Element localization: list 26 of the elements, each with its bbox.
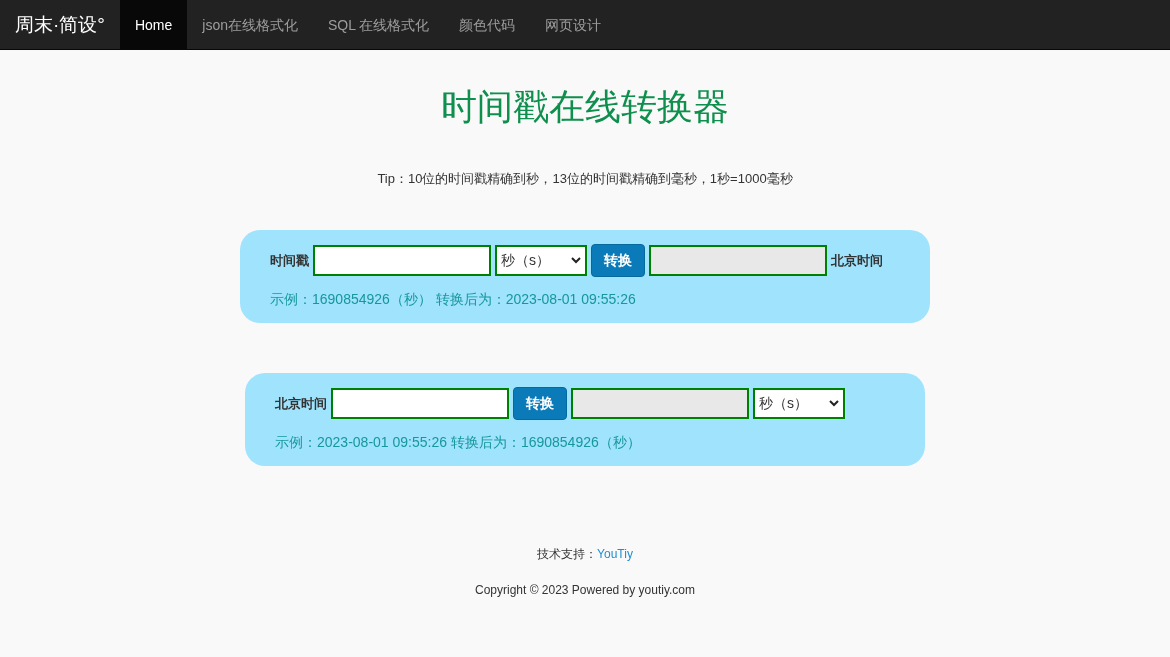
copyright-text: Copyright © 2023 Powered by youtiy.com [474,583,696,597]
convert-button[interactable]: 转换 [591,244,645,277]
chevron-down-icon [829,400,839,407]
support-link[interactable]: YouTiy [597,547,633,561]
unit-dropdown[interactable]: 秒（s） [495,245,587,276]
tip-text: Tip：10位的时间戳精确到秒，13位的时间戳精确到毫秒，1秒=1000毫秒 [377,170,793,188]
convert-button[interactable]: 转换 [513,387,567,420]
nav-link[interactable]: SQL 在线格式化 [313,0,445,49]
unit-dropdown[interactable]: 秒（s） [753,388,845,419]
field-label: 北京时间 [275,394,327,413]
nav-link[interactable]: 网页设计 [530,0,617,49]
input-field[interactable] [331,388,509,419]
site-logo[interactable]: 周末·简设° [0,0,120,49]
nav-link[interactable]: 颜色代码 [444,0,531,49]
nav-link[interactable]: Home [119,0,188,49]
field-label: 北京时间 [831,251,883,270]
result-field[interactable] [649,245,827,276]
field-label: 时间戳 [270,251,309,270]
support-label: 技术支持： [537,547,598,561]
result-field[interactable] [571,388,749,419]
input-field[interactable] [313,245,491,276]
nav-link[interactable]: json在线格式化 [187,0,313,49]
example-text: 示例：1690854926（秒） 转换后为：2023-08-01 09:55:26 [270,291,637,309]
example-text: 示例：2023-08-01 09:55:26 转换后为：1690854926（秒） [275,434,642,452]
chevron-down-icon [571,257,581,264]
page-title: 时间戳在线转换器 [441,85,729,129]
